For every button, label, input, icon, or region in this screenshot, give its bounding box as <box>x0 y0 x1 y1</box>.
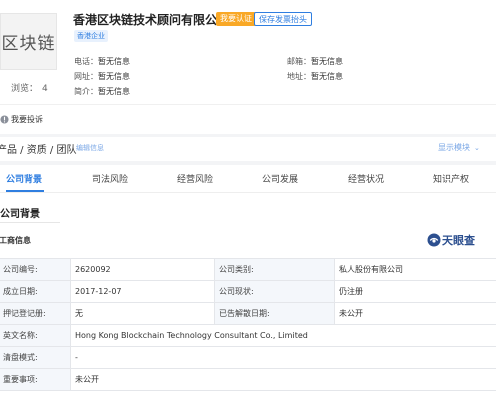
view-count-value: 4 <box>42 84 48 94</box>
complaint-link[interactable]: 我要投诉 <box>11 114 43 125</box>
intro-info: 简介：暂无信息 <box>74 86 130 97</box>
table-value: 无 <box>70 302 215 325</box>
tab-business-risk[interactable]: 经营风险 <box>177 172 213 185</box>
email-label: 邮箱： <box>287 57 311 66</box>
table-value: Hong Kong Blockchain Technology Consulta… <box>70 324 496 347</box>
tab-legal-risk[interactable]: 司法风险 <box>92 172 128 185</box>
website-info: 网址：暂无信息 <box>74 71 130 82</box>
tianyancha-eye-icon <box>427 233 441 247</box>
company-logo: 区块链 <box>0 13 57 70</box>
section-underline <box>0 222 60 223</box>
table-value: 未公开 <box>334 302 496 325</box>
active-tab-indicator <box>6 190 44 192</box>
complaint-icon <box>0 115 9 124</box>
company-type-tag: 香港企业 <box>74 30 108 42</box>
registration-table: 公司编号: 2620092 公司类别: 私人股份有限公司 成立日期: 2017-… <box>0 258 496 391</box>
products-title: 产品 / 资质 / 团队 <box>0 145 77 156</box>
section-title: 公司背景 <box>0 209 40 220</box>
company-header: 区块链 浏览： 4 香港区块链技术顾问有限公司 我要认证 保存发票抬头 香港企业 … <box>0 0 496 104</box>
intro-value: 暂无信息 <box>98 87 130 96</box>
tab-business-status[interactable]: 经营状况 <box>348 172 384 185</box>
address-value: 暂无信息 <box>311 72 343 81</box>
table-key: 已告解散日期: <box>214 302 335 325</box>
view-count: 浏览： 4 <box>11 81 48 94</box>
address-label: 地址： <box>287 72 311 81</box>
table-value: 2620092 <box>70 258 215 281</box>
table-value: 仍注册 <box>334 280 496 303</box>
chevron-down-icon: ⌄ <box>474 144 480 152</box>
table-key: 重要事项: <box>0 368 71 391</box>
table-row: 英文名称: Hong Kong Blockchain Technology Co… <box>0 324 496 347</box>
company-name: 香港区块链技术顾问有限公司 <box>73 13 230 27</box>
tab-company-development[interactable]: 公司发展 <box>262 172 298 185</box>
show-modules-label: 显示模块 <box>438 143 470 152</box>
tab-intellectual-property[interactable]: 知识产权 <box>433 172 469 185</box>
phone-info: 电话：暂无信息 <box>74 56 130 67</box>
save-invoice-button[interactable]: 保存发票抬头 <box>254 12 312 26</box>
table-row: 押记登记册: 无 已告解散日期: 未公开 <box>0 302 496 325</box>
table-key: 成立日期: <box>0 280 71 303</box>
tab-company-background[interactable]: 公司背景 <box>6 172 42 185</box>
tab-bar: 公司背景 司法风险 经营风险 公司发展 经营状况 知识产权 <box>0 165 496 193</box>
products-row: 产品 / 资质 / 团队 编辑信息 显示模块 ⌄ <box>0 137 496 161</box>
table-value: 未公开 <box>70 368 496 391</box>
table-key: 押记登记册: <box>0 302 71 325</box>
edit-info-link[interactable]: 编辑信息 <box>76 143 104 153</box>
email-info: 邮箱：暂无信息 <box>287 56 343 67</box>
business-info-title: 工商信息 <box>0 236 31 245</box>
table-row: 公司编号: 2620092 公司类别: 私人股份有限公司 <box>0 258 496 281</box>
website-value: 暂无信息 <box>98 72 130 81</box>
table-key: 公司类别: <box>214 258 335 281</box>
website-label: 网址： <box>74 72 98 81</box>
claim-button[interactable]: 我要认证 <box>216 12 256 26</box>
view-count-label: 浏览： <box>11 84 39 94</box>
email-value: 暂无信息 <box>311 57 343 66</box>
table-key: 公司现状: <box>214 280 335 303</box>
show-modules-toggle[interactable]: 显示模块 ⌄ <box>438 142 480 153</box>
table-key: 英文名称: <box>0 324 71 347</box>
table-value: 私人股份有限公司 <box>334 258 496 281</box>
phone-label: 电话： <box>74 57 98 66</box>
table-row: 清盘模式: - <box>0 346 496 369</box>
table-row: 成立日期: 2017-12-07 公司现状: 仍注册 <box>0 280 496 303</box>
phone-value: 暂无信息 <box>98 57 130 66</box>
company-logo-text: 区块链 <box>1 34 56 54</box>
intro-label: 简介： <box>74 87 98 96</box>
table-row: 重要事项: 未公开 <box>0 368 496 391</box>
table-value: 2017-12-07 <box>70 280 215 303</box>
tianyancha-brand-text: 天眼查 <box>442 234 475 247</box>
report-row[interactable]: 我要投诉 <box>0 104 496 134</box>
address-info: 地址：暂无信息 <box>287 71 343 82</box>
tianyancha-logo: 天眼查 <box>427 232 475 248</box>
table-value: - <box>70 346 496 369</box>
table-key: 公司编号: <box>0 258 71 281</box>
table-key: 清盘模式: <box>0 346 71 369</box>
